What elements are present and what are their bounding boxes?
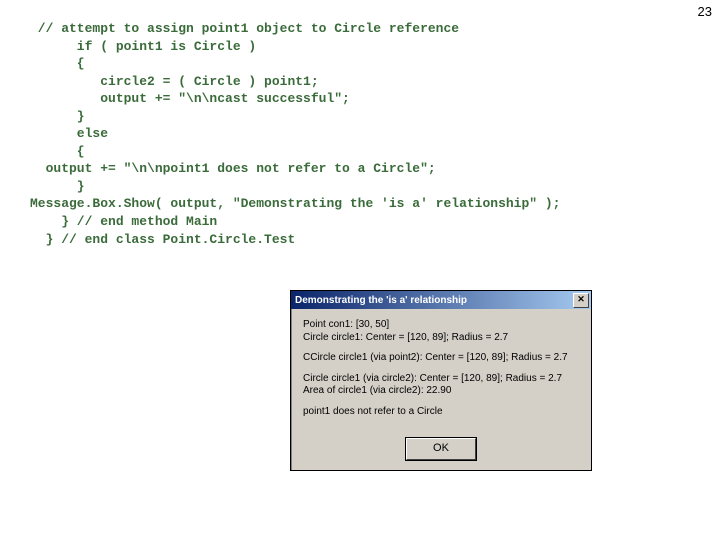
close-icon[interactable]: ✕ (573, 293, 589, 308)
code-line: output += "\n\npoint1 does not refer to … (30, 161, 436, 176)
code-block: // attempt to assign point1 object to Ci… (30, 20, 561, 248)
code-line: } (30, 109, 85, 124)
code-line: if ( point1 is Circle ) (30, 39, 256, 54)
dialog-text: CCircle circle1 (via point2): Center = [… (303, 352, 579, 365)
code-line: } // end class Point.Circle.Test (30, 232, 295, 247)
dialog-text: Point con1: [30, 50] Circle circle1: Cen… (303, 319, 579, 344)
code-line: output += "\n\ncast successful"; (30, 91, 350, 106)
dialog-titlebar: Demonstrating the 'is a' relationship ✕ (291, 291, 591, 309)
code-line: // attempt to assign point1 object to Ci… (30, 21, 459, 36)
code-line: { (30, 144, 85, 159)
code-line: Message.Box.Show( output, "Demonstrating… (30, 196, 561, 211)
dialog-body: Point con1: [30, 50] Circle circle1: Cen… (291, 309, 591, 434)
code-line: { (30, 56, 85, 71)
code-line: } // end method Main (30, 214, 217, 229)
code-line: circle2 = ( Circle ) point1; (30, 74, 319, 89)
dialog-text: point1 does not refer to a Circle (303, 406, 579, 419)
code-line: } (30, 179, 85, 194)
page-number: 23 (698, 4, 712, 19)
message-box-dialog: Demonstrating the 'is a' relationship ✕ … (290, 290, 592, 471)
ok-button[interactable]: OK (406, 438, 476, 460)
code-line: else (30, 126, 108, 141)
dialog-button-row: OK (291, 434, 591, 470)
dialog-text: Circle circle1 (via circle2): Center = [… (303, 373, 579, 398)
dialog-title: Demonstrating the 'is a' relationship (295, 295, 467, 306)
